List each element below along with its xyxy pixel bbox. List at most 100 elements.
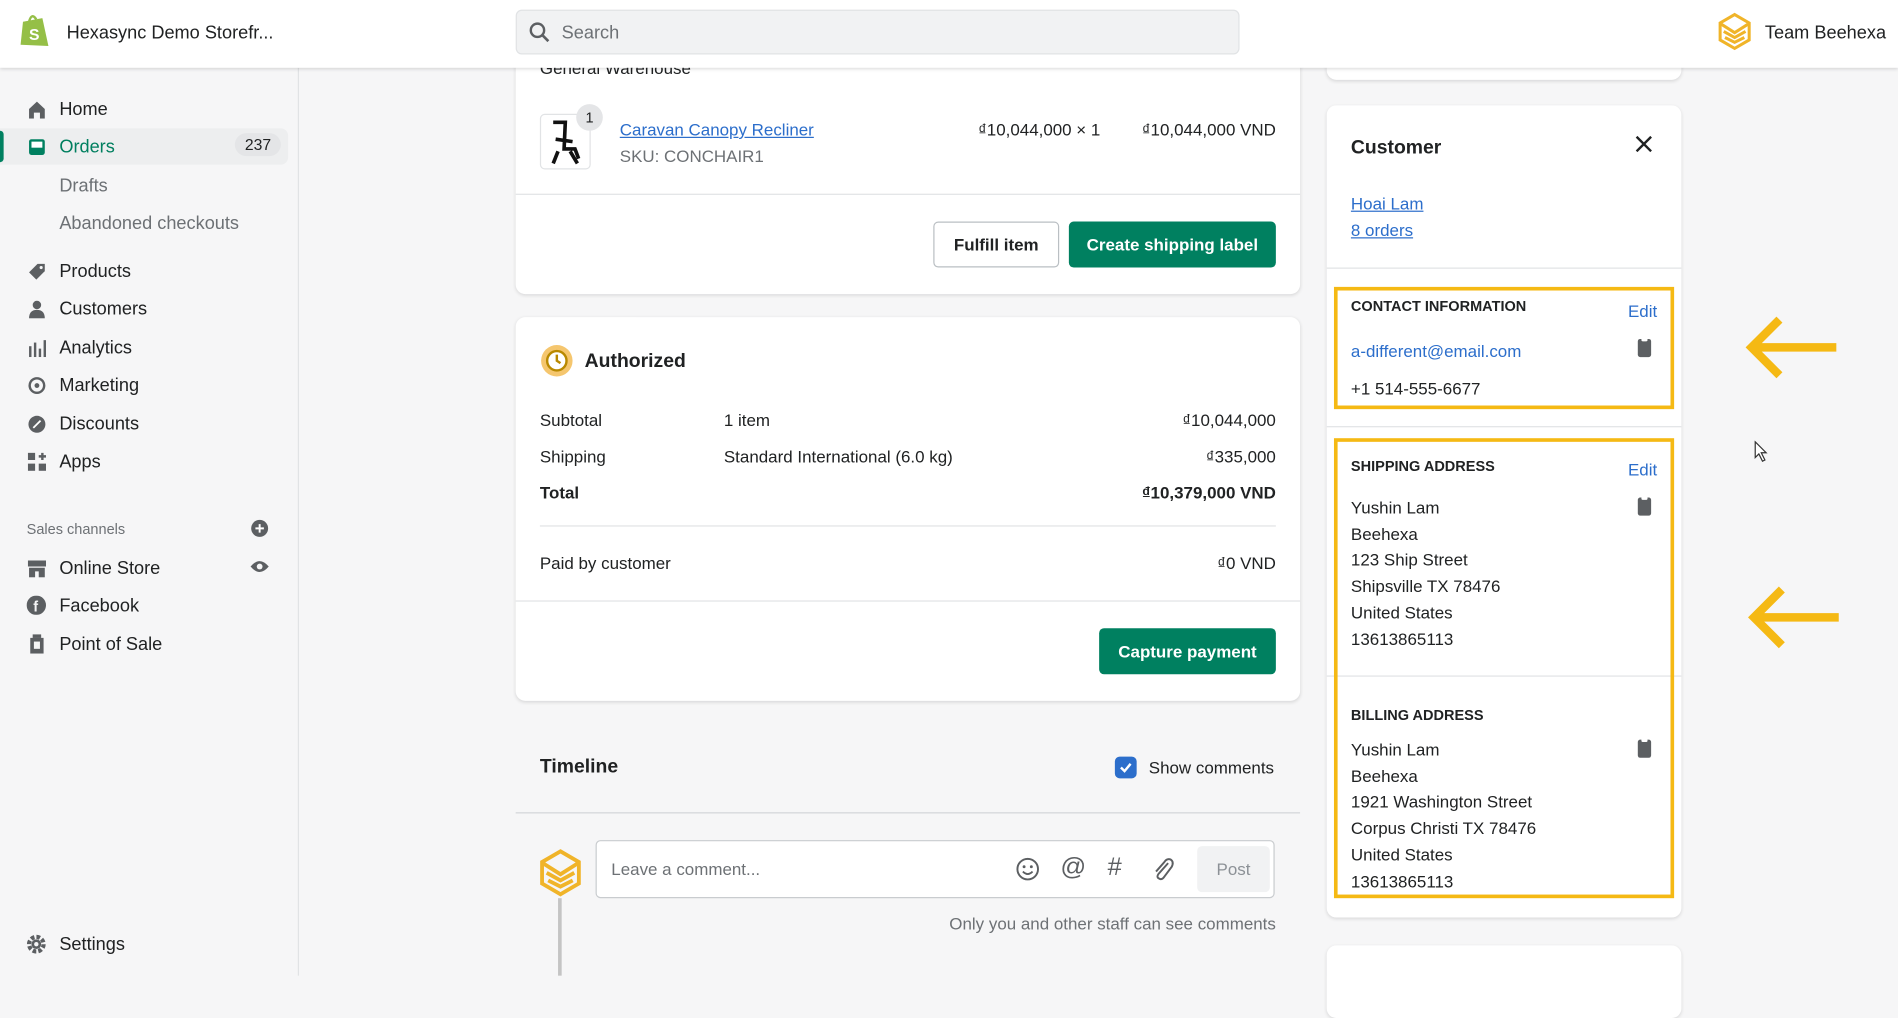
sidebar-item-discounts[interactable]: Discounts <box>0 406 288 442</box>
orders-count-badge: 237 <box>235 133 281 157</box>
fulfill-item-button[interactable]: Fulfill item <box>933 221 1060 268</box>
search-input[interactable]: Search <box>515 9 1240 55</box>
show-comments-checkbox[interactable] <box>1114 756 1137 779</box>
close-icon[interactable] <box>1635 135 1652 153</box>
sidebar-item-label: Facebook <box>59 594 140 616</box>
sidebar-item-label: Customers <box>59 298 148 319</box>
total-label: Total <box>539 482 580 503</box>
sidebar-item-label: Point of Sale <box>59 633 163 655</box>
attachment-icon[interactable] <box>1150 856 1177 883</box>
add-channel-icon[interactable] <box>251 519 269 537</box>
gear-icon <box>26 934 46 954</box>
eye-icon[interactable] <box>249 559 270 574</box>
orders-icon <box>27 137 46 156</box>
sidebar-item-label: Analytics <box>59 337 132 358</box>
emoji-icon[interactable] <box>1016 857 1040 881</box>
sidebar-item-orders[interactable]: Orders 237 <box>0 128 289 165</box>
hashtag-icon[interactable]: # <box>1108 853 1122 882</box>
store-name[interactable]: Hexasync Demo Storefr... <box>67 23 274 44</box>
sidebar: Home Orders 237 Drafts Abandoned checkout… <box>0 67 299 976</box>
beehexa-logo-icon <box>1718 12 1751 51</box>
bar-chart-icon <box>27 338 46 357</box>
sidebar-item-label: Settings <box>59 933 125 955</box>
customer-title: Customer <box>1350 137 1442 159</box>
show-comments-label[interactable]: Show comments <box>1149 758 1274 777</box>
svg-text:f: f <box>33 599 38 615</box>
sidebar-item-label: Marketing <box>59 374 140 396</box>
shopify-logo-icon[interactable]: S <box>19 12 50 48</box>
customer-orders-link[interactable]: 8 orders <box>1351 220 1413 239</box>
subtotal-amount: ₫10,044,000 <box>1182 410 1276 430</box>
sidebar-item-marketing[interactable]: Marketing <box>0 367 288 403</box>
create-shipping-label-button[interactable]: Create shipping label <box>1068 221 1276 268</box>
shipping-label: Shipping <box>539 446 606 467</box>
payment-card: Authorized Subtotal 1 item ₫10,044,000 S… <box>515 317 1301 701</box>
total-amount: ₫10,379,000 VND <box>1141 482 1276 503</box>
arrow-left-icon <box>1745 316 1837 379</box>
shipping-detail: Standard International (6.0 kg) <box>723 446 953 467</box>
sidebar-item-analytics[interactable]: Analytics <box>0 329 288 365</box>
home-icon <box>27 99 46 119</box>
authorized-clock-icon <box>541 344 573 377</box>
sidebar-item-facebook[interactable]: f Facebook <box>0 587 288 623</box>
sidebar-item-label: Products <box>59 260 131 282</box>
sidebar-item-products[interactable]: Products <box>0 253 288 289</box>
sidebar-item-settings[interactable]: Settings <box>0 926 288 962</box>
capture-payment-button[interactable]: Capture payment <box>1099 628 1276 675</box>
paid-amount: ₫0 VND <box>1217 553 1276 573</box>
shipping-amount: ₫335,000 <box>1205 446 1276 467</box>
unit-price: ₫10,044,000 × 1 <box>978 119 1101 140</box>
next-card <box>1326 945 1682 1018</box>
sidebar-item-home[interactable]: Home <box>0 91 288 127</box>
beehexa-avatar-icon <box>540 849 581 897</box>
arrow-left-icon <box>1748 586 1839 649</box>
apps-icon <box>27 452 46 471</box>
search-placeholder: Search <box>561 22 620 44</box>
sidebar-item-label: Apps <box>59 450 101 472</box>
mention-icon[interactable]: @ <box>1060 853 1086 882</box>
store-icon <box>27 558 46 577</box>
person-icon <box>27 299 46 318</box>
sidebar-item-online-store[interactable]: Online Store <box>0 550 288 586</box>
sidebar-item-label: Drafts <box>59 174 108 196</box>
sidebar-item-apps[interactable]: Apps <box>0 443 288 479</box>
mouse-cursor-icon <box>1754 440 1768 463</box>
svg-text:S: S <box>29 27 39 44</box>
timeline-title: Timeline <box>539 756 619 778</box>
contact-highlight-box <box>1333 286 1675 410</box>
sidebar-item-label: Orders <box>59 136 115 157</box>
customer-name-link[interactable]: Hoai Lam <box>1351 194 1424 213</box>
top-bar: S Hexasync Demo Storefr... Search Team B… <box>0 0 1898 68</box>
sidebar-item-label: Home <box>59 98 108 120</box>
product-link[interactable]: Caravan Canopy Recliner <box>620 120 814 139</box>
subtotal-detail: 1 item <box>723 410 771 430</box>
line-total: ₫10,044,000 VND <box>1141 119 1276 140</box>
comment-input[interactable]: Leave a comment... @ # Post <box>595 840 1275 899</box>
quantity-badge: 1 <box>576 104 603 131</box>
discount-icon <box>27 414 46 433</box>
checkmark-icon <box>1120 763 1132 773</box>
sidebar-item-customers[interactable]: Customers <box>0 291 288 327</box>
sidebar-item-label: Abandoned checkouts <box>59 212 240 234</box>
tag-icon <box>27 261 46 280</box>
address-highlight-box <box>1333 438 1675 899</box>
timeline-line <box>558 898 562 976</box>
search-icon <box>529 22 550 43</box>
sidebar-item-label: Online Store <box>59 557 161 579</box>
post-button[interactable]: Post <box>1197 846 1270 893</box>
sidebar-item-drafts[interactable]: Drafts <box>0 167 347 203</box>
sidebar-item-abandoned-checkouts[interactable]: Abandoned checkouts <box>0 205 347 241</box>
comments-visibility-note: Only you and other staff can see comment… <box>949 913 1276 934</box>
target-icon <box>27 375 46 394</box>
product-sku: SKU: CONCHAIR1 <box>619 146 764 166</box>
paid-label: Paid by customer <box>539 553 671 573</box>
comment-placeholder: Leave a comment... <box>611 859 761 879</box>
facebook-icon: f <box>26 595 46 615</box>
sales-channels-heading: Sales channels <box>26 520 126 538</box>
account-name[interactable]: Team Beehexa <box>1765 23 1886 44</box>
sidebar-item-point-of-sale[interactable]: Point of Sale <box>0 626 288 662</box>
pos-icon <box>27 634 46 654</box>
sidebar-item-label: Discounts <box>59 413 140 434</box>
payment-status: Authorized <box>584 351 686 372</box>
subtotal-label: Subtotal <box>539 410 603 430</box>
